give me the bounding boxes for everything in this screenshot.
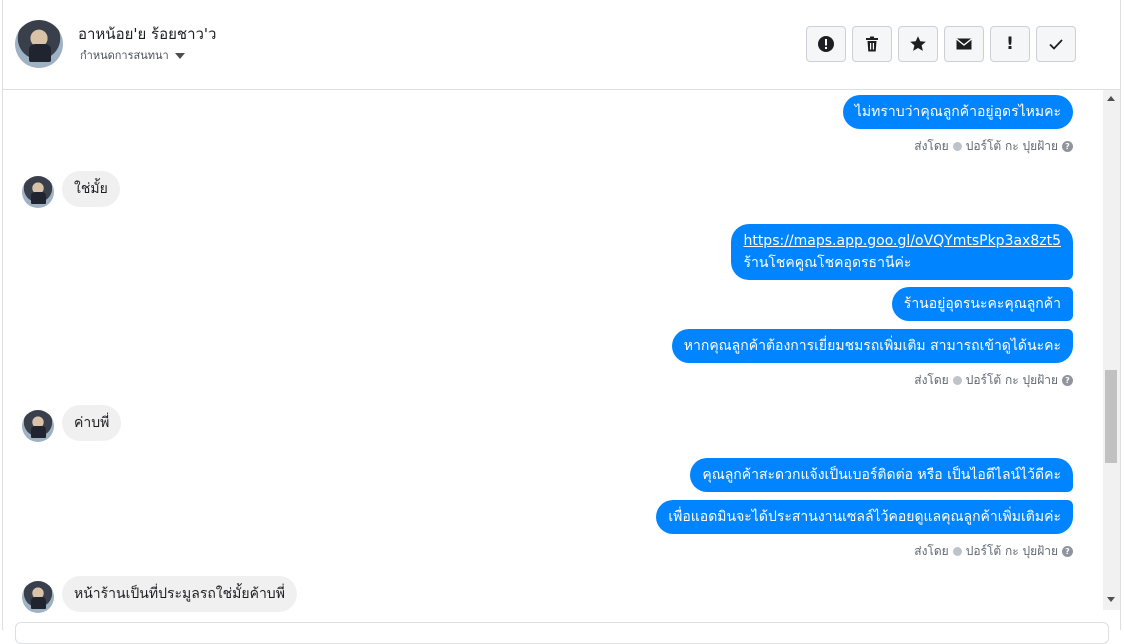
follow-up-icon: ! [1006,34,1014,54]
sent-by-label: ส่งโดย ปอร์โต้ กะ ปุยฝ้าย ? [914,371,1073,390]
delete-button[interactable] [852,26,892,62]
scroll-up-arrow-icon[interactable] [1107,96,1115,101]
assign-conversation-dropdown[interactable]: กำหนดการสนทนา [80,46,185,64]
message-composer[interactable] [15,622,1109,644]
message-outgoing[interactable]: คุณลูกค้าสะดวกแจ้งเป็นเบอร์ติดต่อ หรือ เ… [690,458,1073,492]
scroll-down-arrow-icon[interactable] [1107,597,1115,602]
star-button[interactable] [898,26,938,62]
map-link[interactable]: https://maps.app.goo.gl/oVQYmtsPkp3ax8zt… [743,233,1061,249]
sent-by-name[interactable]: ปอร์โต้ กะ ปุยฝ้าย [966,542,1058,561]
follow-up-button[interactable]: ! [990,26,1030,62]
thread-scrollbar[interactable] [1103,90,1120,610]
page-badge-icon [952,142,962,151]
envelope-icon [956,38,972,50]
conversation-header: อาหน้อย'ย ร้อยชาว'ว กำหนดการสนทนา ! [3,0,1120,90]
message-outgoing[interactable]: ไม่ทราบว่าคุณลูกค้าอยู่อุดรไหมคะ [842,95,1073,129]
mark-spam-button[interactable] [806,26,846,62]
conversation-actions: ! [806,26,1076,62]
trash-icon [866,36,878,52]
message-text: ร้านโชคคูณโชคอุดรธานีค่ะ [743,255,912,271]
sent-by-name[interactable]: ปอร์โต้ กะ ปุยฝ้าย [966,137,1058,156]
sent-by-prefix: ส่งโดย [914,373,949,387]
sent-by-prefix: ส่งโดย [914,544,949,558]
check-icon [1049,39,1063,50]
assign-label: กำหนดการสนทนา [80,49,169,62]
message-incoming[interactable]: ค่าบพี่ [62,405,122,441]
sender-avatar[interactable] [22,176,54,208]
message-outgoing[interactable]: หากคุณลูกค้าต้องการเยี่ยมชมรถเพิ่มเติม ส… [671,329,1073,363]
message-incoming[interactable]: ใช่มั้ย [62,171,120,207]
page-badge-icon [952,547,962,556]
message-incoming[interactable]: หน้าร้านเป็นที่ประมูลรถใช่มั้ยค้าบพี่ [62,576,297,612]
help-icon[interactable]: ? [1062,546,1073,557]
sent-by-prefix: ส่งโดย [914,139,949,153]
caret-down-icon [174,52,185,59]
star-icon [910,36,926,51]
message-thread[interactable]: ไม่ทราบว่าคุณลูกค้าอยู่อุดรไหมคะ ส่งโดย … [3,90,1103,620]
message-outgoing-link[interactable]: https://maps.app.goo.gl/oVQYmtsPkp3ax8zt… [731,224,1073,280]
message-outgoing[interactable]: เพื่อแอดมินจะได้ประสานงานเซลล์ไว้คอยดูแล… [656,500,1073,534]
spam-icon [818,36,834,52]
contact-avatar[interactable] [15,20,63,68]
message-outgoing[interactable]: ร้านอยู่อุดรนะคะคุณลูกค้า [891,287,1073,321]
conversation-panel: อาหน้อย'ย ร้อยชาว'ว กำหนดการสนทนา ! ไม่ท… [2,0,1121,644]
sent-by-label: ส่งโดย ปอร์โต้ กะ ปุยฝ้าย ? [914,542,1073,561]
page-badge-icon [952,376,962,385]
mark-unread-button[interactable] [944,26,984,62]
help-icon[interactable]: ? [1062,141,1073,152]
mark-done-button[interactable] [1036,26,1076,62]
sender-avatar[interactable] [22,410,54,442]
help-icon[interactable]: ? [1062,375,1073,386]
contact-name[interactable]: อาหน้อย'ย ร้อยชาว'ว [78,22,216,46]
sent-by-label: ส่งโดย ปอร์โต้ กะ ปุยฝ้าย ? [914,137,1073,156]
scrollbar-thumb[interactable] [1105,370,1117,463]
sent-by-name[interactable]: ปอร์โต้ กะ ปุยฝ้าย [966,371,1058,390]
sender-avatar[interactable] [22,581,54,613]
